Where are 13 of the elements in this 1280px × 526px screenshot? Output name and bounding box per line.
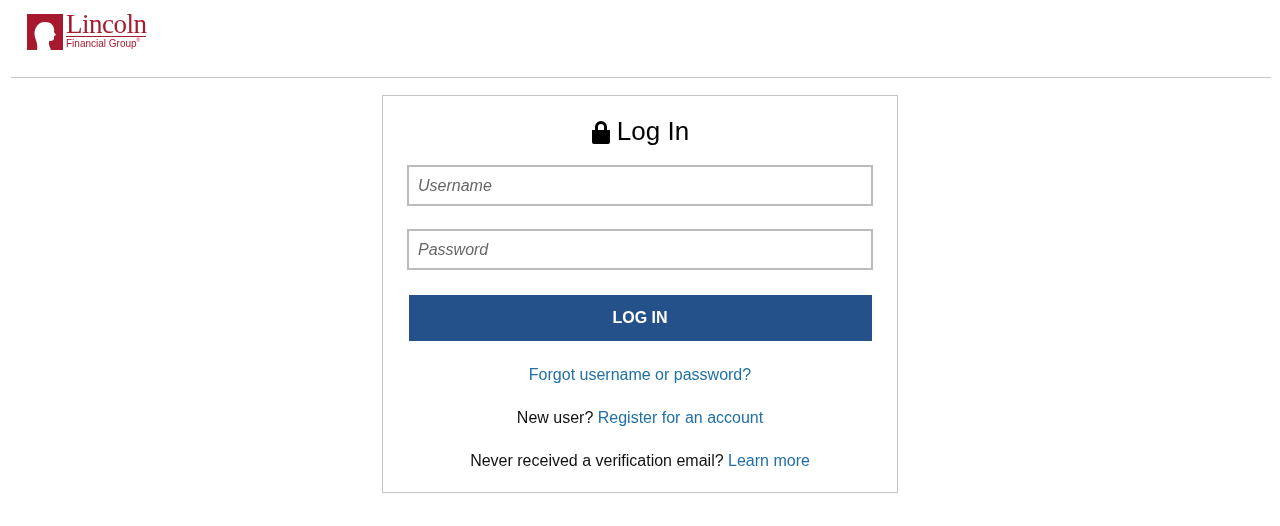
username-field[interactable]: Username [407,165,873,206]
logo-subtitle: Financial Group [66,38,137,50]
password-field[interactable]: Password [407,229,873,270]
silhouette-logo-icon [27,14,63,50]
register-link[interactable]: Register for an account [597,409,764,426]
login-title: Log In [616,116,690,147]
account-prompt: Never received a verification email? Learn more [470,451,810,470]
account-prompt: New user? Register for an account [516,408,764,427]
learn-more-link[interactable]: Learn more [728,452,810,469]
login-button[interactable]: LOG IN [408,295,872,341]
logo-name: Lincoln [66,12,147,37]
forgot-link[interactable]: Forgot username or password? [528,365,752,384]
lock-icon [590,119,611,144]
